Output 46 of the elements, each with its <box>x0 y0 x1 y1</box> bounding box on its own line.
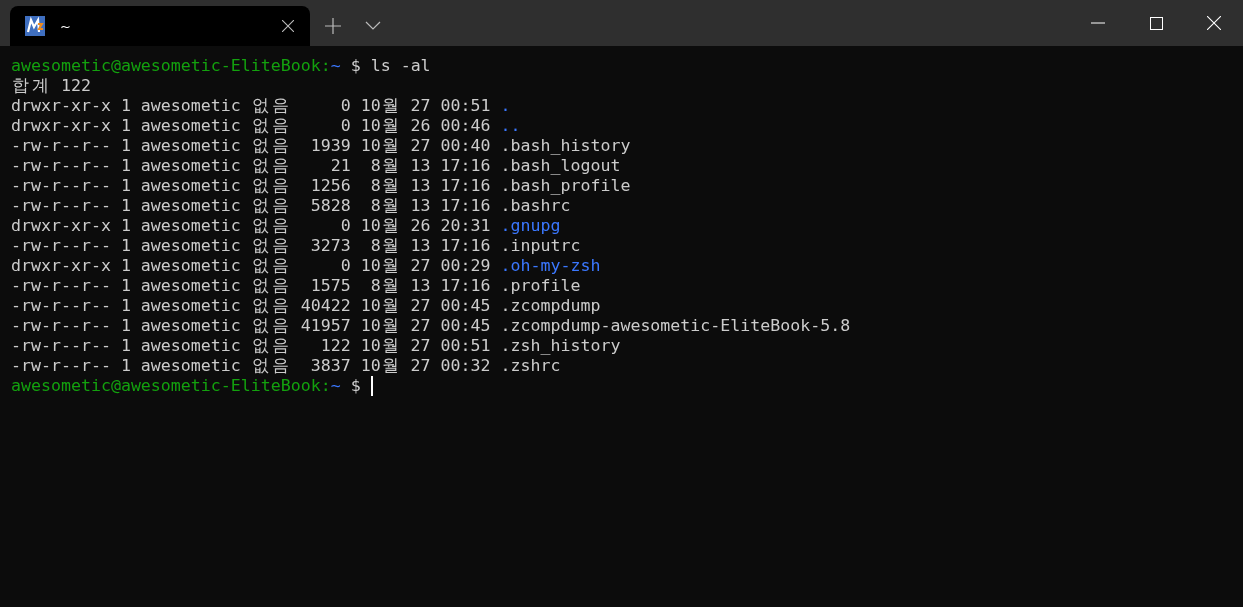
listing-details: -rw-r--r-- 1 awesometic 없음 41957 10월 27 00:45 <box>11 316 491 336</box>
prompt-symbol: $ <box>350 376 361 396</box>
plus-icon <box>324 17 342 35</box>
output-text: 합계 122 <box>11 76 91 96</box>
listing-details: -rw-r--r-- 1 awesometic 없음 5828 8월 13 17:16 <box>11 196 491 216</box>
listing-details: -rw-r--r-- 1 awesometic 없음 21 8월 13 17:16 <box>11 156 491 176</box>
listing-details: -rw-r--r-- 1 awesometic 없음 3837 10월 27 00:32 <box>11 356 491 376</box>
listing-details: -rw-r--r-- 1 awesometic 없음 1256 8월 13 17:16 <box>11 176 491 196</box>
listing-details: -rw-r--r-- 1 awesometic 없음 1939 10월 27 00:40 <box>11 136 491 156</box>
tab[interactable]: ~ <box>10 6 310 46</box>
listing-details: drwxr-xr-x 1 awesometic 없음 0 10월 27 00:29 <box>11 256 491 276</box>
close-icon <box>1207 16 1221 30</box>
file-name: .bash_history <box>500 136 631 156</box>
chevron-down-icon <box>365 21 381 31</box>
minimize-icon <box>1091 22 1105 24</box>
close-icon <box>282 20 294 32</box>
listing-details: drwxr-xr-x 1 awesometic 없음 0 10월 26 20:31 <box>11 216 491 236</box>
maximize-icon <box>1149 16 1163 30</box>
file-name: .zcompdump <box>500 296 601 316</box>
listing-details: -rw-r--r-- 1 awesometic 없음 3273 8월 13 17:16 <box>11 236 491 256</box>
file-name: .zsh_history <box>500 336 621 356</box>
file-name: .zcompdump-awesometic-EliteBook-5.8 <box>500 316 851 336</box>
file-name: .zshrc <box>500 356 561 376</box>
listing-details: drwxr-xr-x 1 awesometic 없음 0 10월 27 00:51 <box>11 96 491 116</box>
directory-name: .. <box>500 116 521 136</box>
file-name: .bashrc <box>500 196 571 216</box>
tab-close-button[interactable] <box>280 18 296 34</box>
tab-title: ~ <box>60 18 72 34</box>
prompt-user-host: awesometic@awesometic-EliteBook: <box>11 56 331 76</box>
prompt-path: ~ <box>330 56 341 76</box>
file-name: .profile <box>500 276 581 296</box>
command-text: ls -al <box>370 56 431 76</box>
listing-details: drwxr-xr-x 1 awesometic 없음 0 10월 26 00:46 <box>11 116 491 136</box>
file-name: .inputrc <box>500 236 581 256</box>
prompt-user-host: awesometic@awesometic-EliteBook: <box>11 376 331 396</box>
listing-details: -rw-r--r-- 1 awesometic 없음 1575 8월 13 17:16 <box>11 276 491 296</box>
file-name: .bash_logout <box>500 156 621 176</box>
listing-details: -rw-r--r-- 1 awesometic 없음 40422 10월 27 00:45 <box>11 296 491 316</box>
listing-details: -rw-r--r-- 1 awesometic 없음 122 10월 27 00:51 <box>11 336 491 356</box>
directory-name: .oh-my-zsh <box>500 256 601 276</box>
file-name: .bash_profile <box>500 176 631 196</box>
app-logo-icon <box>25 16 45 36</box>
directory-name: . <box>500 96 511 116</box>
directory-name: .gnupg <box>500 216 561 236</box>
prompt-symbol: $ <box>350 56 361 76</box>
prompt-path: ~ <box>330 376 341 396</box>
